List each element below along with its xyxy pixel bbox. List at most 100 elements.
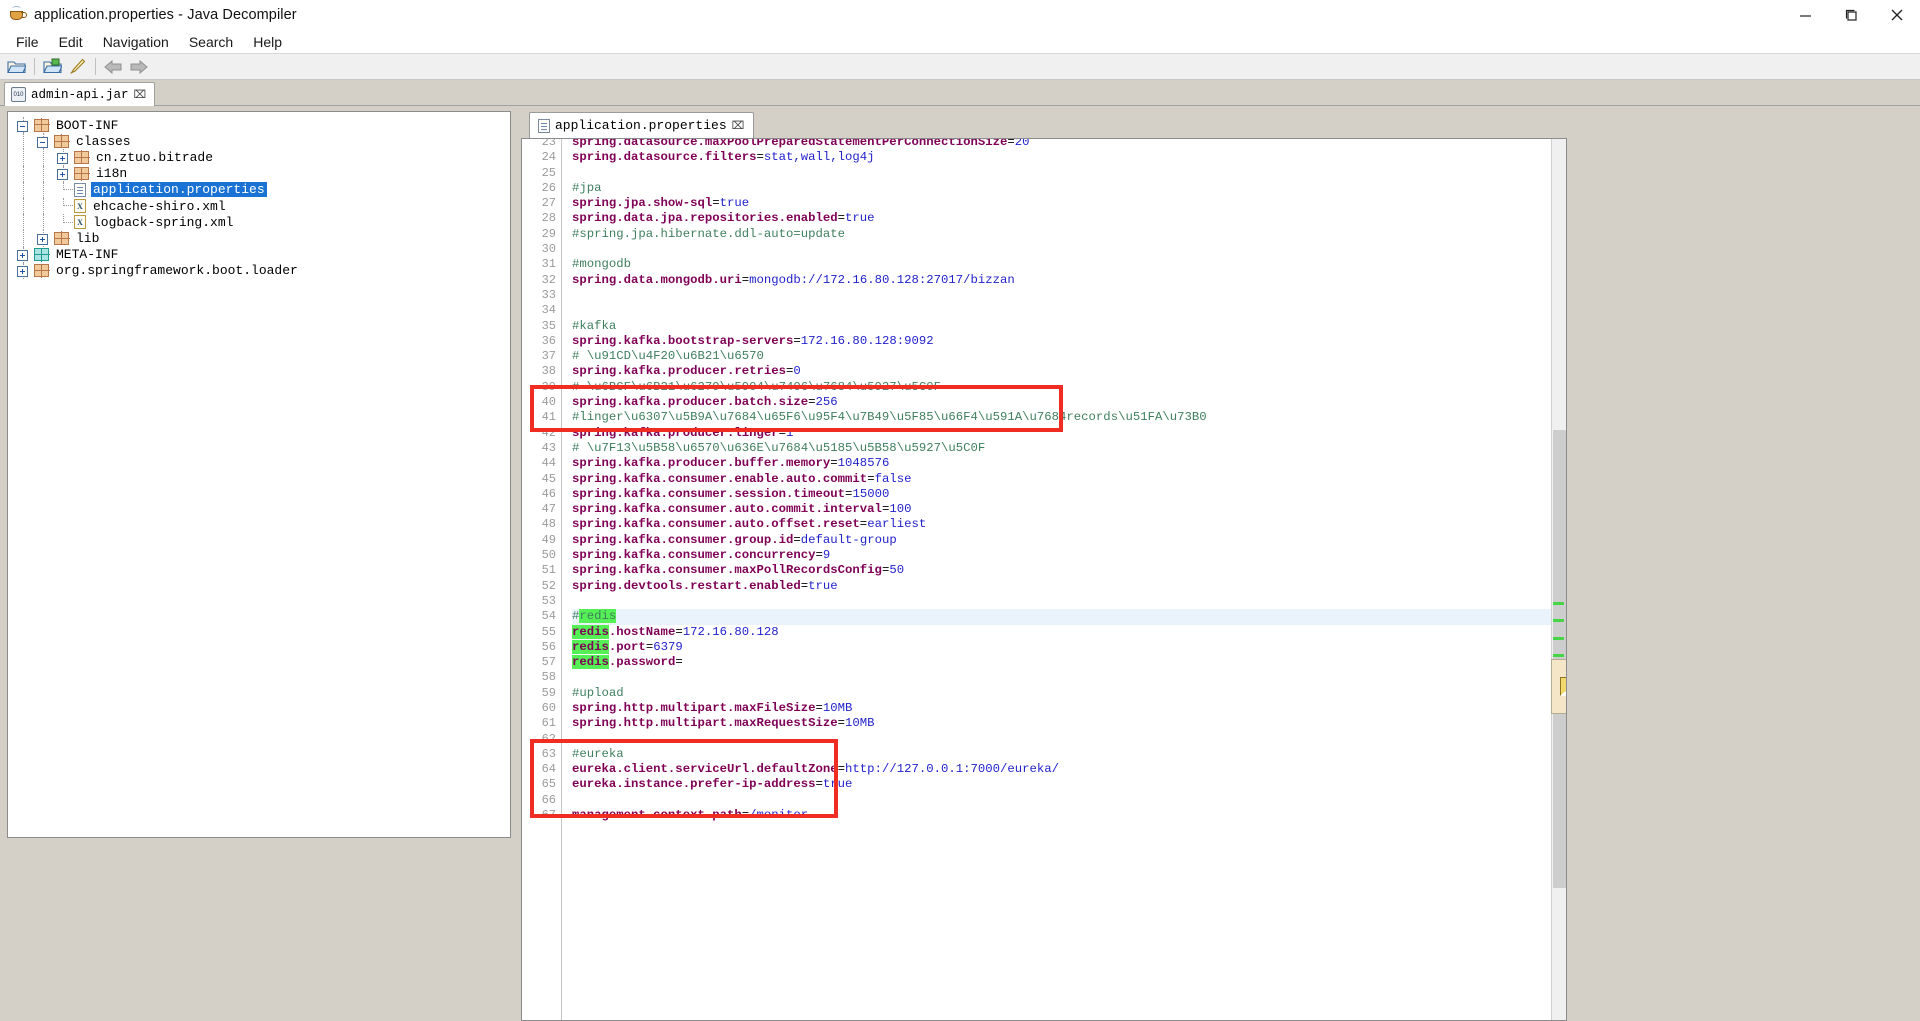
tree-node-org-springframework-boot-loader[interactable]: org.springframework.boot.loader [14,262,510,279]
code-line[interactable]: eureka.client.serviceUrl.defaultZone=htt… [572,762,1566,777]
open-type-icon[interactable] [40,56,64,78]
code-line[interactable]: spring.datasource.filters=stat,wall,log4… [572,150,1566,165]
code-line[interactable]: #upload [572,686,1566,701]
code-line[interactable]: spring.kafka.consumer.enable.auto.commit… [572,472,1566,487]
code-line[interactable]: spring.jpa.show-sql=true [572,196,1566,211]
line-number: 31 [541,257,556,272]
expand-icon[interactable] [37,233,48,245]
tab-application-properties[interactable]: application.properties ⌧ [529,112,755,138]
code-line[interactable]: #kafka [572,319,1566,334]
code-line[interactable]: spring.devtools.restart.enabled=true [572,579,1566,594]
search-match-marker[interactable] [1553,654,1564,658]
code-line[interactable]: redis.hostName=172.16.80.128 [572,624,1566,640]
code-line[interactable]: management.context-path=/monitor [572,808,1566,823]
menu-item-help[interactable]: Help [243,32,292,52]
code-line[interactable]: spring.kafka.consumer.maxPollRecordsConf… [572,563,1566,578]
tree-node-classes[interactable]: classes [14,133,510,150]
tree-node-meta-inf[interactable]: META-INF [14,246,510,263]
code-line[interactable] [572,594,1566,609]
code-line[interactable]: spring.http.multipart.maxRequestSize=10M… [572,716,1566,731]
code-line[interactable]: #linger\u6307\u5B9A\u7684\u65F6\u95F4\u7… [572,410,1566,425]
bookmark-marker-icon[interactable] [1551,658,1566,714]
code-line[interactable]: spring.kafka.consumer.concurrency=9 [572,548,1566,563]
search-match-marker[interactable] [1553,619,1564,623]
code-line[interactable]: redis.port=6379 [572,639,1566,655]
code-token: spring.kafka.producer.retries [572,364,787,379]
search-match-marker[interactable] [1553,636,1564,640]
tree-node-ehcache-shiro-xml[interactable]: Xehcache-shiro.xml [14,197,510,215]
code-token: 1 [786,425,794,440]
tree-node-lib[interactable]: lib [14,230,510,247]
code-line[interactable]: spring.kafka.consumer.auto.commit.interv… [572,502,1566,517]
code-line[interactable]: #mongodb [572,257,1566,272]
code-token: redis [572,655,609,670]
code-line[interactable]: eureka.instance.prefer-ip-address=true [572,777,1566,792]
code-line[interactable] [572,303,1566,318]
tree-node-cn-ztuo-bitrade[interactable]: cn.ztuo.bitrade [14,149,510,166]
code-line[interactable]: spring.kafka.bootstrap-servers=172.16.80… [572,334,1566,349]
code-line[interactable]: #redis [572,609,1566,625]
code-line[interactable]: #spring.jpa.hibernate.ddl-auto=update [572,227,1566,242]
code-line[interactable]: #eureka [572,747,1566,762]
close-icon[interactable]: ⌧ [732,119,745,132]
code-line[interactable]: spring.data.mongodb.uri=mongodb://172.16… [572,273,1566,288]
tree-indent-cell [54,197,74,214]
expand-icon[interactable] [17,266,28,278]
code-content[interactable]: spring.datasource.maxPoolPreparedStateme… [562,139,1566,1020]
menu-item-search[interactable]: Search [179,32,243,52]
code-line[interactable]: spring.kafka.consumer.group.id=default-g… [572,533,1566,548]
code-line[interactable]: spring.kafka.producer.buffer.memory=1048… [572,456,1566,471]
back-arrow-icon[interactable] [101,56,125,78]
maximize-button[interactable] [1828,0,1874,30]
tree-node-application-properties[interactable]: application.properties [14,181,510,198]
code-line[interactable]: # \u91CD\u4F20\u6B21\u6570 [572,349,1566,364]
tree-node-i18n[interactable]: i18n [14,165,510,182]
code-line[interactable]: # \u6BCF\u6B21\u6279\u5904\u7406\u7684\u… [572,380,1566,395]
code-line[interactable]: spring.kafka.consumer.session.timeout=15… [572,487,1566,502]
collapse-icon[interactable] [37,136,48,148]
code-line[interactable] [572,242,1566,257]
code-line[interactable]: spring.kafka.producer.batch.size=256 [572,395,1566,410]
close-icon[interactable]: ⌧ [134,88,147,101]
code-token: eureka.client.serviceUrl.defaultZone [572,762,838,777]
code-line[interactable] [572,670,1566,685]
expand-icon[interactable] [17,250,28,261]
package-folder-icon [33,263,50,278]
code-line[interactable]: spring.kafka.producer.linger=1 [572,426,1566,441]
code-line[interactable]: spring.http.multipart.maxFileSize=10MB [572,701,1566,716]
code-line[interactable] [572,288,1566,303]
brush-icon[interactable] [65,56,89,78]
code-line[interactable] [572,732,1566,747]
expand-icon[interactable] [57,152,68,164]
line-number: 51 [541,563,556,578]
close-button[interactable] [1874,0,1920,30]
menu-item-file[interactable]: File [6,32,49,52]
tree-node-boot-inf[interactable]: BOOT-INF [14,117,510,134]
minimize-button[interactable] [1782,0,1828,30]
code-line[interactable]: spring.kafka.consumer.auto.offset.reset=… [572,517,1566,532]
jar-tree-panel[interactable]: BOOT-INF classes cn.ztuo.bitrade i18n applic… [7,111,511,838]
forward-arrow-icon[interactable] [126,56,150,78]
expand-icon[interactable] [57,169,68,181]
code-token: 50 [889,563,905,578]
code-line[interactable]: #jpa [572,181,1566,196]
code-line[interactable]: redis.password= [572,655,1566,670]
search-match-marker[interactable] [1553,601,1564,605]
code-line[interactable]: spring.data.jpa.repositories.enabled=tru… [572,211,1566,226]
search-match-marker-bar[interactable] [1551,139,1566,1020]
code-token: redis [579,609,617,624]
collapse-icon[interactable] [17,120,28,132]
code-token: = [815,777,823,792]
menu-item-navigation[interactable]: Navigation [93,32,179,52]
line-number: 23 [541,138,556,149]
tree-node-logback-spring-xml[interactable]: Xlogback-spring.xml [14,214,510,231]
jar-tab-0[interactable]: 010 admin-api.jar ⌧ [4,82,156,106]
code-line[interactable]: spring.kafka.producer.retries=0 [572,364,1566,379]
code-editor[interactable]: 23 24 25 26 27 28 29 30 31 32 33 34 35 36 37 38 39 40 41 42… [521,138,1567,1021]
code-line[interactable]: spring.datasource.maxPoolPreparedStateme… [572,139,1566,150]
code-line[interactable]: # \u7F13\u5B58\u6570\u636E\u7684\u5185\u… [572,441,1566,456]
code-line[interactable] [572,793,1566,808]
open-file-icon[interactable] [4,56,28,78]
code-line[interactable] [572,166,1566,181]
menu-item-edit[interactable]: Edit [49,32,93,52]
